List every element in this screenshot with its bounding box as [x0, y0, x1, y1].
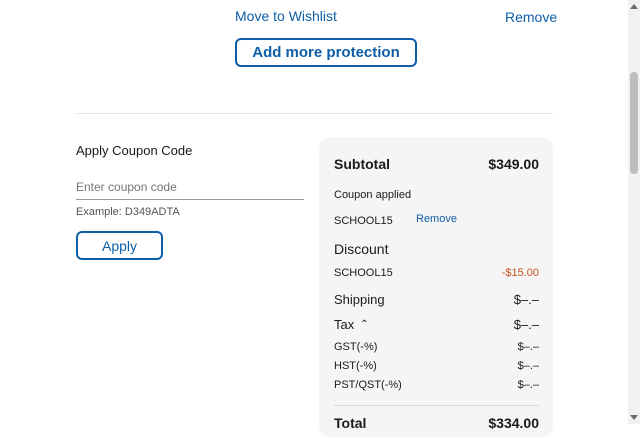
shipping-value: $–.– [513, 292, 539, 307]
tax-value: $–.– [513, 317, 539, 332]
applied-coupon-code: SCHOOL15 [334, 215, 393, 227]
total-label: Total [334, 415, 367, 431]
gst-label: GST(-%) [334, 341, 378, 353]
summary-divider [334, 405, 539, 406]
scrollbar-thumb[interactable] [630, 72, 638, 174]
discount-value: -$15.00 [501, 267, 539, 279]
shipping-label: Shipping [334, 292, 385, 307]
order-summary-panel [319, 137, 553, 437]
pst-qst-value: $–.– [517, 379, 539, 391]
scroll-down-arrow-icon[interactable] [630, 415, 638, 420]
coupon-applied-label: Coupon applied [334, 189, 412, 201]
gst-value: $–.– [517, 341, 539, 353]
remove-coupon-link[interactable]: Remove [416, 213, 457, 225]
page-scrollbar[interactable] [628, 0, 640, 424]
add-more-protection-button[interactable]: Add more protection [235, 38, 417, 67]
subtotal-label: Subtotal [334, 156, 390, 172]
pst-qst-label: PST/QST(-%) [334, 379, 402, 391]
chevron-up-icon: ⌃ [360, 319, 369, 330]
tax-label: Tax [334, 317, 355, 332]
remove-item-link[interactable]: Remove [505, 9, 557, 25]
move-to-wishlist-link[interactable]: Move to Wishlist [235, 8, 337, 24]
discount-code: SCHOOL15 [334, 267, 393, 279]
coupon-heading: Apply Coupon Code [76, 143, 193, 158]
discount-heading: Discount [334, 241, 389, 257]
hst-value: $–.– [517, 360, 539, 372]
apply-coupon-button[interactable]: Apply [76, 231, 163, 260]
total-value: $334.00 [488, 415, 539, 431]
coupon-example-hint: Example: D349ADTA [76, 206, 180, 218]
section-divider [76, 113, 553, 114]
subtotal-value: $349.00 [488, 156, 539, 172]
coupon-code-input[interactable] [76, 175, 304, 200]
tax-toggle[interactable]: Tax ⌃ [334, 317, 369, 332]
hst-label: HST(-%) [334, 360, 377, 372]
scroll-up-arrow-icon[interactable] [630, 4, 638, 9]
